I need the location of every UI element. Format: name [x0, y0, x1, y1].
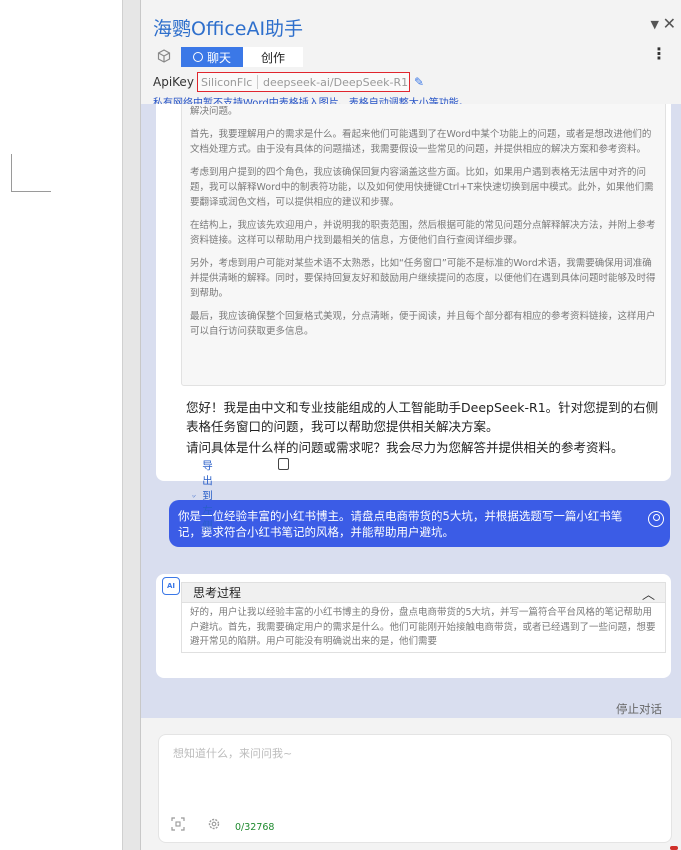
ai-answer-paragraph: 您好！我是由中文和专业技能组成的人工智能助手DeepSeek-R1。针对您提到的…: [186, 400, 659, 434]
provider-field[interactable]: SiliconFlc: [198, 76, 252, 89]
thinking-process-title: 思考过程: [193, 586, 242, 600]
apikey-label: ApiKey: [153, 75, 194, 89]
export-to-left-button[interactable]: 导出到左侧: [192, 458, 221, 533]
tab-create[interactable]: 创作: [243, 47, 303, 67]
thinking-paragraph: 最后，我应该确保整个回复格式美观，分点清晰，便于阅读，并且每个部分都有相应的参考…: [190, 311, 656, 337]
ai-badge-icon: AI: [162, 577, 180, 595]
model-selector[interactable]: SiliconFlc deepseek-ai/DeepSeek-R1: [197, 72, 410, 92]
thinking-paragraph: 务窗口起用户能入内容并与系统交互。他可能是在使用Word专家、翻译专家、文档润色…: [190, 106, 238, 117]
assistant-pane: 海鹦OfficeAI助手 ▼ ✕ 聊天 创作 ⋮ ApiKey SiliconF…: [140, 0, 681, 850]
document-page[interactable]: [0, 0, 123, 850]
document-margin-mark-horizontal: [11, 191, 51, 192]
chat-input-box: 0/32768: [158, 734, 672, 843]
export-icon: [192, 494, 196, 498]
pane-close-icon[interactable]: ✕: [663, 14, 676, 33]
thinking-paragraph: 考虑到用户提到的四个角色，我应该确保回复内容涵盖这些方面。比如，如果用户遇到表格…: [190, 167, 654, 208]
pane-options-chevron-icon[interactable]: ▼: [651, 18, 659, 31]
document-area: [0, 0, 140, 850]
tab-chat[interactable]: 聊天: [181, 47, 243, 67]
model-field[interactable]: deepseek-ai/DeepSeek-R1: [263, 76, 408, 89]
user-message-text: 你是一位经验丰富的小红书博主。请盘点电商带货的5大坑，并根据选题写一篇小红书笔记…: [178, 509, 623, 539]
cube-icon[interactable]: [157, 49, 171, 63]
edit-icon[interactable]: ✎: [414, 75, 424, 89]
settings-icon[interactable]: [207, 817, 221, 831]
chat-bubble-icon: [192, 52, 203, 62]
thinking-process-box: 务窗口起用户能入内容并与系统交互。他可能是在使用Word专家、翻译专家、文档润色…: [181, 104, 666, 386]
apikey-row: ApiKey SiliconFlc deepseek-ai/DeepSeek-R…: [153, 72, 673, 92]
document-margin-mark-vertical: [11, 154, 12, 192]
user-message-bubble: 你是一位经验丰富的小红书博主。请盘点电商带货的5大坑，并根据选题写一篇小红书笔记…: [169, 500, 670, 547]
stop-conversation-button[interactable]: 停止对话: [616, 701, 662, 717]
pane-title: 海鹦OfficeAI助手: [153, 18, 304, 40]
more-options-icon[interactable]: ⋮: [651, 44, 667, 63]
thinking-process-header[interactable]: 思考过程 ︿: [181, 582, 666, 603]
thinking-paragraph: 另外，考虑到用户可能对某些术语不太熟悉，比如“任务窗口”可能不是标准的Word术…: [190, 258, 656, 299]
ai-message-card: AI 思考过程 ︿ 好的，用户让我以经验丰富的小红书博主的身份，盘点电商带货的5…: [156, 574, 671, 678]
chat-input[interactable]: [173, 745, 653, 805]
ai-message-card: 务窗口起用户能入内容并与系统交互。他可能是在使用Word专家、翻译专家、文档润色…: [156, 104, 671, 481]
ai-answer-paragraph: 请问具体是什么样的问题或需求呢？我会尽力为您解答并提供相关的参考资料。: [186, 440, 624, 455]
scrollbar-thumb[interactable]: [670, 846, 678, 850]
chevron-up-icon[interactable]: ︿: [642, 584, 655, 603]
tab-chat-label: 聊天: [206, 50, 231, 65]
field-divider: [257, 75, 258, 89]
mode-toolbar: 聊天 创作 ⋮: [153, 44, 667, 68]
ai-answer: 您好！我是由中文和专业技能组成的人工智能助手DeepSeek-R1。针对您提到的…: [186, 398, 666, 459]
export-label: 导出到左侧: [202, 460, 213, 532]
copy-icon[interactable]: [278, 458, 289, 470]
user-avatar-icon: [648, 511, 664, 527]
thinking-process-box: 好的，用户让我以经验丰富的小红书博主的身份，盘点电商带货的5大坑，并写一篇符合平…: [181, 602, 666, 653]
thinking-paragraph: 首先，我要理解用户的需求是什么。看起来他们可能遇到了在Word中某个功能上的问题…: [190, 129, 652, 155]
character-counter: 0/32768: [235, 822, 275, 833]
thinking-paragraph: 在结构上，我应该先欢迎用户，并说明我的职责范围，然后根据可能的常见问题分点解释解…: [190, 220, 656, 246]
screenshot-icon[interactable]: [171, 817, 185, 831]
chat-scroll-area[interactable]: 务窗口起用户能入内容并与系统交互。他可能是在使用Word专家、翻译专家、文档润色…: [141, 104, 681, 718]
